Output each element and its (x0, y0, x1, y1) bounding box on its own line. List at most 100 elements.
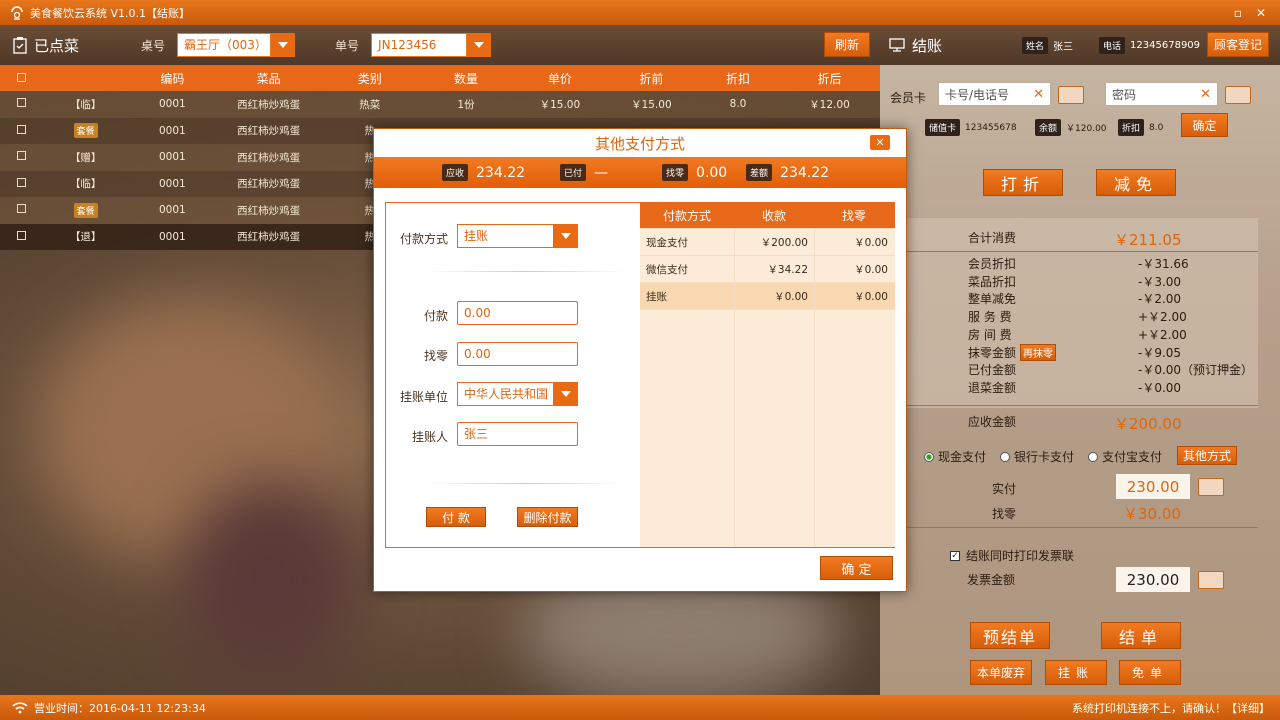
pay-button[interactable]: 付 款 (426, 507, 486, 527)
payment-record-row[interactable]: 挂账 ￥0.00 ￥0.00 (640, 283, 895, 310)
change-field-label: 找零 (423, 349, 448, 363)
column-header: 找零 (841, 209, 866, 223)
app-title: 美食餐饮云系统 V1.0.1【结账】 (30, 6, 191, 20)
receivable-value: ￥200.00 (1114, 415, 1182, 433)
total-consumption-label: 合计消费 (968, 231, 1017, 245)
payment-record-row[interactable]: 微信支付 ￥34.22 ￥0.00 (640, 256, 895, 283)
table-number-label: 桌号 (141, 38, 166, 53)
row-checkbox[interactable] (16, 230, 26, 240)
pay-amount-label: 付款 (423, 309, 448, 323)
chevron-down-icon (467, 33, 492, 57)
credit-button[interactable]: 挂账 (1045, 660, 1107, 685)
change-cell: ￥0.00 (854, 290, 888, 303)
alipay-radio[interactable] (1088, 451, 1099, 462)
payment-form-area: 付款方式 挂账 付款 0.00 找零 0.00 挂账单位 中华人民共和国 挂账人… (385, 202, 895, 548)
dish-code: 0001 (158, 204, 186, 217)
cash-radio[interactable] (924, 451, 934, 462)
refresh-button[interactable]: 刷新 (824, 32, 870, 57)
credit-unit-value: 中华人民共和国 (457, 382, 554, 406)
select-all-checkbox[interactable] (16, 73, 26, 82)
change-chip: 找零 (662, 164, 689, 181)
row-checkbox[interactable] (16, 204, 26, 214)
discount-rate: 8.0 (729, 98, 747, 111)
table-row[interactable]: 【临】 0001 西红柿炒鸡蛋 热菜 1份 ￥15.00 ￥15.00 8.0 ￥12.00 (0, 91, 880, 118)
summary-line: 退菜金额 -￥0.00 (968, 379, 1268, 396)
stored-card-chip: 储值卡 (925, 119, 961, 136)
column-header: 编码 (160, 71, 185, 86)
payment-record-row[interactable]: 现金支付 ￥200.00 ￥0.00 (640, 229, 895, 256)
customer-register-button[interactable]: 顾客登记 (1207, 32, 1269, 57)
free-order-button[interactable]: 免单 (1119, 660, 1181, 685)
settle-button[interactable]: 结单 (1101, 622, 1181, 649)
status-bar: 营业时间：2016-04-11 12:23:34 系统打印机连接不上，请确认！【… (0, 695, 1280, 720)
other-payment-button[interactable]: 其他方式 (1177, 446, 1237, 465)
print-invoice-checkbox[interactable]: ✓ (950, 550, 960, 561)
summary-line: 抹零金额 -￥9.05 (968, 344, 1268, 361)
unit-price: ￥15.00 (539, 98, 581, 111)
discount-button[interactable]: 打折 (983, 169, 1063, 196)
keyboard-icon[interactable] (1198, 571, 1224, 589)
member-confirm-button[interactable]: 确定 (1181, 113, 1228, 137)
change-value: ￥30.00 (1123, 505, 1181, 523)
column-header: 收款 (761, 209, 786, 223)
customer-name: 张三 (1053, 41, 1074, 53)
printer-warning[interactable]: 系统打印机连接不上，请确认！【详细】 (1072, 700, 1270, 716)
row-checkbox[interactable] (16, 151, 26, 161)
reduce-button[interactable]: 减免 (1096, 169, 1176, 196)
credit-person-input[interactable]: 张三 (457, 422, 578, 446)
minimize-button[interactable]: ▫ (1234, 6, 1242, 20)
invoice-amount-input[interactable]: 230.00 (1116, 567, 1190, 592)
column-header: 菜品 (256, 71, 281, 86)
keyboard-icon[interactable] (1225, 86, 1251, 104)
dish-name: 西红柿炒鸡蛋 (237, 231, 301, 244)
received-amount-cell: ￥200.00 (760, 236, 808, 249)
close-window-button[interactable]: ✕ (1256, 6, 1266, 20)
delete-payment-button[interactable]: 删除付款 (517, 507, 578, 527)
paid-amount: — (594, 164, 609, 181)
table-number-select[interactable]: 霸王厅（003） (177, 33, 296, 57)
change-amount-input[interactable]: 0.00 (457, 342, 578, 366)
payment-method-select[interactable]: 挂账 (457, 224, 578, 248)
payment-method-cell: 微信支付 (646, 263, 688, 276)
pre-settle-button[interactable]: 预结单 (970, 622, 1050, 649)
order-number-value: JN123456 (371, 33, 468, 57)
order-number-select[interactable]: JN123456 (371, 33, 492, 57)
dish-quantity: 1份 (457, 98, 475, 111)
dish-name: 西红柿炒鸡蛋 (237, 178, 301, 191)
credit-unit-select[interactable]: 中华人民共和国 (457, 382, 578, 406)
re-round-button[interactable]: 再抹零 (1020, 344, 1056, 361)
dialog-close-button[interactable]: ✕ (870, 135, 890, 150)
clear-icon[interactable]: ✕ (1033, 87, 1044, 102)
order-number-label: 单号 (335, 38, 360, 53)
payment-summary-bar: 应收 234.22 已付 — 找零 0.00 差额 234.22 (374, 157, 906, 188)
dish-code: 0001 (158, 177, 186, 190)
summary-line-label: 退菜金额 (968, 380, 1017, 395)
keyboard-icon[interactable] (1198, 478, 1224, 496)
column-header: 类别 (357, 71, 382, 86)
dish-name: 西红柿炒鸡蛋 (237, 204, 301, 217)
credit-person-label: 挂账人 (411, 430, 448, 444)
row-checkbox[interactable] (16, 98, 26, 108)
row-checkbox[interactable] (16, 124, 26, 134)
dialog-confirm-button[interactable]: 确 定 (820, 556, 893, 580)
invoice-amount-label: 发票金额 (967, 573, 1016, 587)
checkout-panel: 结账 姓名 张三 电话 12345678909 顾客登记 会员卡 卡号/电话号 … (880, 25, 1280, 695)
summary-line-label: 整单减免 (968, 292, 1017, 307)
paid-input[interactable]: 230.00 (1116, 474, 1190, 499)
dish-code: 0001 (158, 151, 186, 164)
pay-amount-input[interactable]: 0.00 (457, 301, 578, 325)
card-number-input[interactable]: 卡号/电话号 ✕ (938, 82, 1051, 106)
abandon-order-button[interactable]: 本单废弃 (970, 660, 1032, 685)
change-cell: ￥0.00 (854, 236, 888, 249)
clear-icon[interactable]: ✕ (1200, 87, 1211, 102)
received-amount-cell: ￥34.22 (767, 263, 808, 276)
row-checkbox[interactable] (16, 177, 26, 187)
bank-card-radio[interactable] (1000, 451, 1011, 462)
payment-records-table: 付款方式 收款 找零 现金支付 ￥200.00 ￥0.00 微信支付 ￥34.22 ￥0.… (640, 203, 895, 547)
dialog-title: 其他支付方式 (594, 134, 685, 153)
password-input[interactable]: 密码 ✕ (1105, 82, 1218, 106)
discount-value: 8.0 (1149, 122, 1164, 133)
keyboard-icon[interactable] (1058, 86, 1084, 104)
received-amount-cell: ￥0.00 (774, 290, 808, 303)
payment-method-cell: 挂账 (646, 290, 667, 303)
